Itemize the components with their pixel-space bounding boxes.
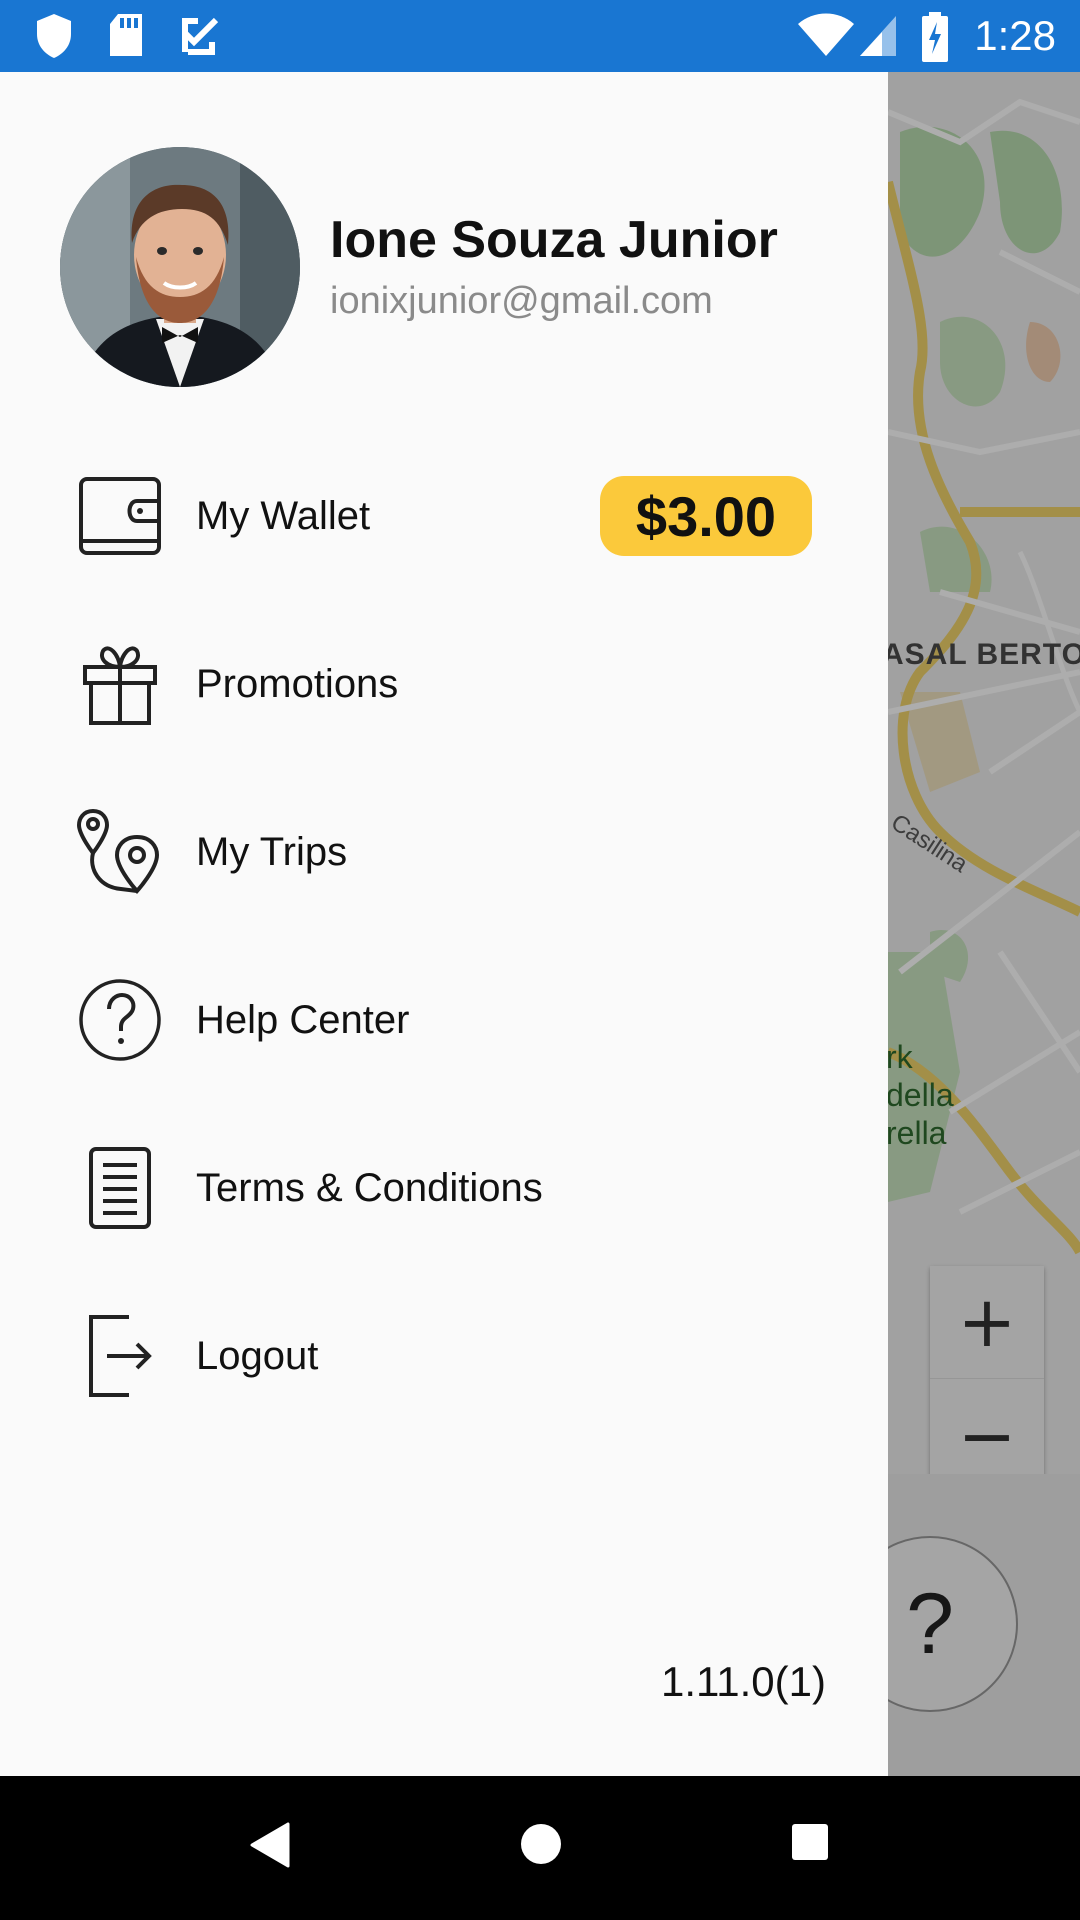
shield-icon xyxy=(37,14,71,58)
user-email: ionixjunior@gmail.com xyxy=(330,280,713,322)
system-nav-bar xyxy=(0,1776,1080,1920)
help-circle-icon xyxy=(76,976,164,1064)
avatar[interactable] xyxy=(60,147,300,387)
gift-icon xyxy=(76,640,164,728)
wifi-icon xyxy=(798,13,854,56)
menu-item-label: Logout xyxy=(196,1333,319,1378)
menu-item-label: My Wallet xyxy=(196,493,371,538)
home-icon[interactable] xyxy=(519,1822,563,1866)
app-version: 1.11.0(1) xyxy=(661,1658,826,1705)
menu-item-logout[interactable]: Logout xyxy=(0,1272,888,1440)
menu-item-label: My Trips xyxy=(196,829,348,874)
status-bar: 1:28 xyxy=(0,0,1080,72)
logout-icon xyxy=(76,1312,164,1400)
user-name: Ione Souza Junior xyxy=(330,211,778,269)
menu-item-label: Promotions xyxy=(196,661,399,706)
menu-item-terms-conditions[interactable]: Terms & Conditions xyxy=(0,1104,888,1272)
recents-icon[interactable] xyxy=(790,1822,830,1862)
battery-charging-icon xyxy=(922,12,948,62)
status-time: 1:28 xyxy=(974,12,1056,59)
menu-item-label: Help Center xyxy=(196,997,410,1042)
menu-item-label: Terms & Conditions xyxy=(196,1165,543,1210)
wallet-icon xyxy=(76,472,164,560)
avatar-photo xyxy=(60,147,300,387)
task-check-icon xyxy=(182,17,219,55)
cell-signal-icon xyxy=(860,16,896,56)
map-pins-icon xyxy=(76,808,164,896)
menu-item-my-wallet[interactable]: My Wallet $3.00 xyxy=(0,432,888,600)
menu-item-promotions[interactable]: Promotions xyxy=(0,600,888,768)
sd-card-icon xyxy=(110,14,142,56)
menu-item-help-center[interactable]: Help Center xyxy=(0,936,888,1104)
back-icon[interactable] xyxy=(250,1822,290,1868)
menu-item-my-trips[interactable]: My Trips xyxy=(0,768,888,936)
drawer-menu: My Wallet $3.00 Promotions My Trips Help… xyxy=(0,432,888,1440)
wallet-balance-badge: $3.00 xyxy=(600,476,812,556)
document-icon xyxy=(76,1144,164,1232)
navigation-drawer: Ione Souza Junior ionixjunior@gmail.com … xyxy=(0,72,888,1776)
